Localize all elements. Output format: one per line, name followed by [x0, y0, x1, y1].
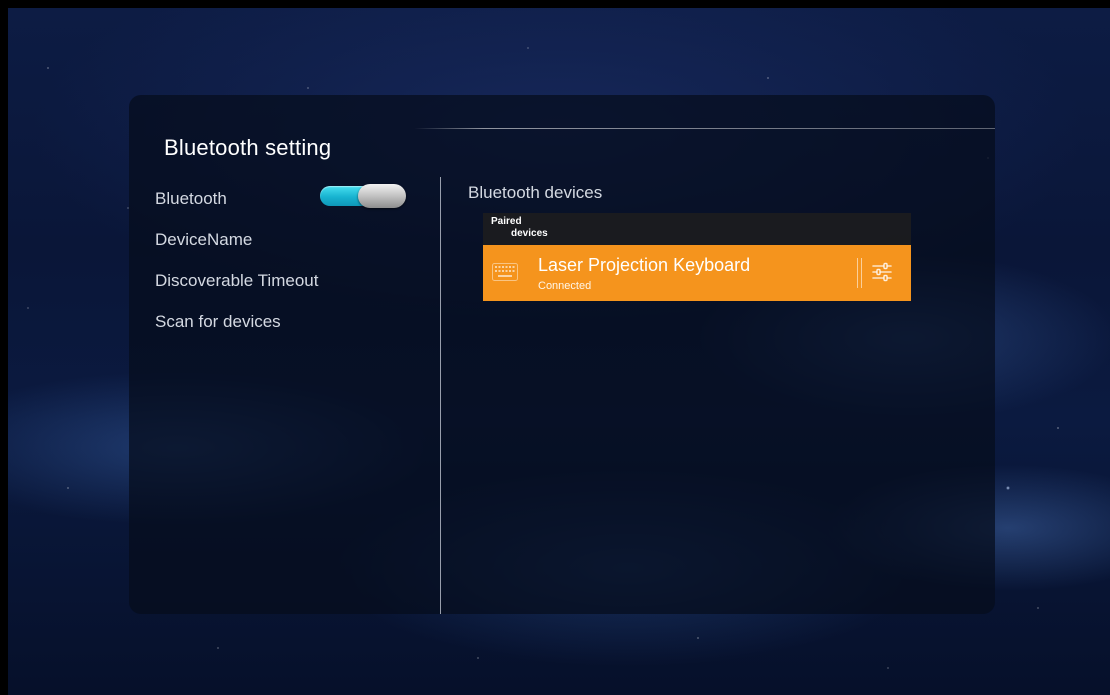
page-title: Bluetooth setting — [164, 135, 332, 160]
menu-item-bluetooth[interactable]: Bluetooth — [155, 184, 425, 228]
menu-item-label: Bluetooth — [155, 189, 227, 208]
wallpaper: Bluetooth setting Bluetooth DeviceName D… — [8, 8, 1110, 695]
paired-header-line1: Paired — [491, 216, 522, 227]
menu-item-discoverable-timeout[interactable]: Discoverable Timeout — [155, 269, 425, 310]
devices-section-title: Bluetooth devices — [468, 183, 603, 202]
bluetooth-toggle[interactable] — [320, 184, 406, 208]
menu-item-scan-for-devices[interactable]: Scan for devices — [155, 310, 425, 351]
menu-item-label: Discoverable Timeout — [155, 271, 319, 290]
device-settings-icon[interactable] — [870, 260, 894, 284]
device-name: Laser Projection Keyboard — [538, 255, 751, 275]
menu-item-label: DeviceName — [155, 230, 253, 249]
panel-top-divider — [414, 128, 995, 129]
menu-item-device-name[interactable]: DeviceName — [155, 228, 425, 269]
device-status: Connected — [538, 280, 592, 292]
settings-menu: Bluetooth DeviceName Discoverable Timeou… — [155, 184, 425, 351]
menu-item-label: Scan for devices — [155, 312, 281, 331]
paired-header-line2: devices — [511, 228, 548, 239]
paired-device-row[interactable]: Laser Projection Keyboard Connected — [483, 245, 911, 301]
row-separator — [857, 258, 862, 288]
keyboard-icon — [492, 263, 518, 281]
paired-devices-header: Paired devices — [483, 213, 911, 245]
vertical-divider — [440, 177, 441, 614]
bluetooth-settings-panel: Bluetooth setting Bluetooth DeviceName D… — [129, 95, 995, 614]
toggle-knob — [358, 184, 406, 208]
